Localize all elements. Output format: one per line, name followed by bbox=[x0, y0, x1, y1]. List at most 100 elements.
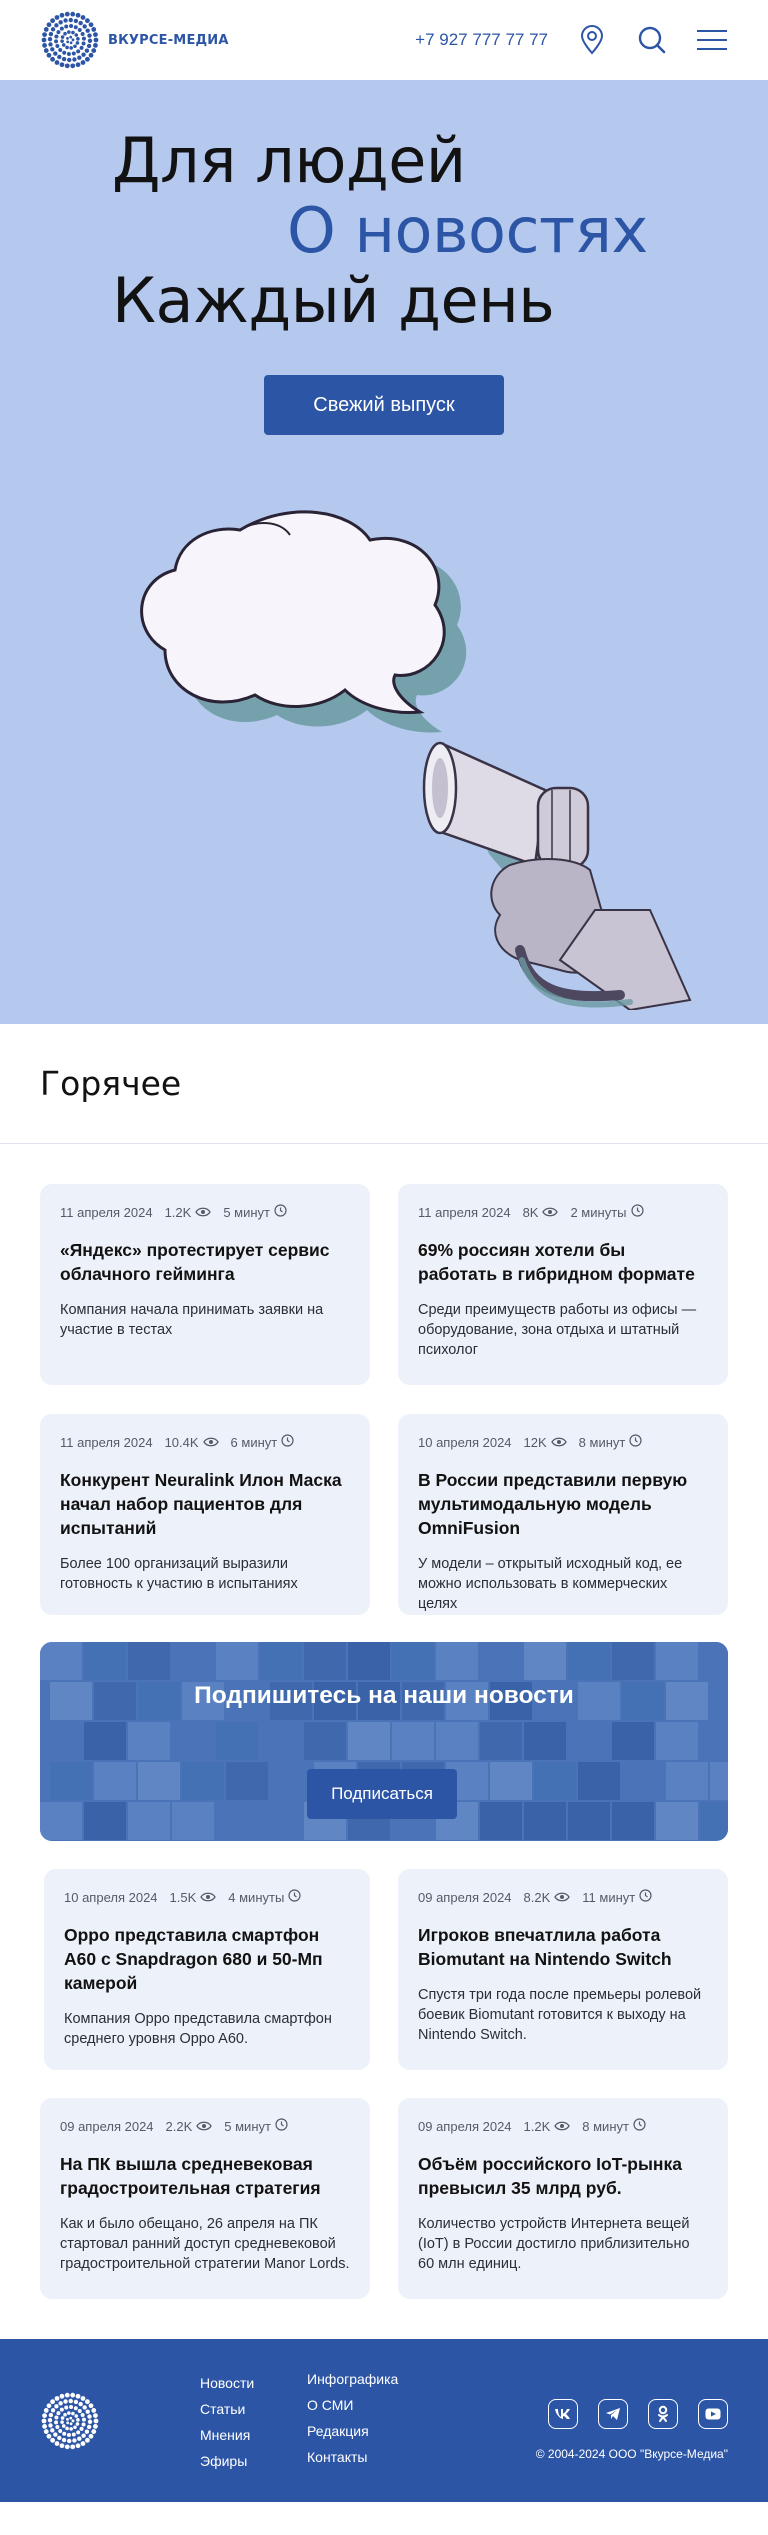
news-date: 09 апреля 2024 bbox=[418, 1889, 512, 1905]
header-actions: +7 927 777 77 77 bbox=[415, 24, 728, 56]
eye-icon bbox=[550, 1435, 567, 1450]
news-card[interactable]: 11 апреля 2024 10.4K 6 минут Конкурент Neur… bbox=[40, 1414, 370, 1615]
news-excerpt: Компания начала принимать заявки на учас… bbox=[60, 1302, 324, 1338]
news-read-time: 4 минуты bbox=[228, 1889, 301, 1905]
footer-link[interactable]: О СМИ bbox=[307, 2392, 398, 2418]
news-read-time: 6 минут bbox=[231, 1434, 295, 1450]
news-read-time: 8 минут bbox=[579, 1434, 643, 1450]
clock-icon bbox=[629, 1434, 642, 1450]
subscribe-title: Подпишитесь на наши новости bbox=[194, 1682, 574, 1709]
footer-link[interactable]: Инфографика bbox=[307, 2366, 398, 2392]
news-date: 11 апреля 2024 bbox=[60, 1434, 153, 1450]
news-read-time: 5 минут bbox=[224, 2118, 288, 2134]
news-card[interactable]: 09 апреля 2024 8.2K 11 минут Игроков впечат… bbox=[398, 1869, 728, 2070]
eye-icon bbox=[554, 1890, 571, 1905]
hero-section: Для людей О новостях Каждый день Свежий … bbox=[0, 80, 768, 1024]
subscribe-button[interactable]: Подписаться bbox=[307, 1769, 457, 1819]
news-title[interactable]: В России представили первую мультимодаль… bbox=[418, 1468, 708, 1540]
eye-icon bbox=[195, 1205, 212, 1220]
footer-link[interactable]: Контакты bbox=[307, 2444, 398, 2470]
phone-link[interactable]: +7 927 777 77 77 bbox=[415, 30, 548, 50]
subscribe-banner: Подпишитесь на наши новости Подписаться bbox=[40, 1642, 728, 1841]
news-read-time: 11 минут bbox=[582, 1889, 652, 1905]
news-date: 11 апреля 2024 bbox=[418, 1204, 511, 1220]
clock-icon bbox=[630, 1204, 644, 1220]
news-title[interactable]: 69% россиян хотели бы работать в гибридн… bbox=[418, 1238, 708, 1286]
footer-link[interactable]: Редакция bbox=[307, 2418, 398, 2444]
vk-icon[interactable] bbox=[548, 2399, 578, 2429]
menu-icon[interactable] bbox=[696, 24, 728, 56]
news-date: 09 апреля 2024 bbox=[418, 2118, 512, 2134]
news-excerpt: Как и было обещано, 26 апреля на ПК стар… bbox=[60, 2216, 350, 2272]
site-header: ВКУРСЕ-МЕДИА +7 927 777 77 77 bbox=[0, 0, 768, 80]
eye-icon bbox=[542, 1205, 559, 1220]
news-title[interactable]: Конкурент Neuralink Илон Маска начал наб… bbox=[60, 1468, 350, 1540]
news-card[interactable]: 11 апреля 2024 8K 2 минуты 69% россиян хоте… bbox=[398, 1184, 728, 1385]
footer-link[interactable]: Эфиры bbox=[200, 2448, 254, 2474]
news-title[interactable]: На ПК вышла средневековая градостроитель… bbox=[60, 2152, 350, 2200]
footer-logo-icon[interactable] bbox=[40, 2391, 100, 2451]
news-excerpt: Среди преимуществ работы из офисы — обор… bbox=[418, 1302, 697, 1358]
clock-icon bbox=[288, 1889, 301, 1905]
youtube-icon[interactable] bbox=[698, 2399, 728, 2429]
eye-icon bbox=[196, 2119, 213, 2134]
news-card[interactable]: 10 апреля 2024 1.5K 4 минуты Oppo представи… bbox=[44, 1869, 370, 2070]
news-title[interactable]: «Яндекс» протестирует сервис облачного г… bbox=[60, 1238, 350, 1286]
megaphone-illustration bbox=[140, 510, 692, 1010]
news-meta: 10 апреля 2024 12K 8 минут bbox=[418, 1434, 708, 1450]
logo-link[interactable]: ВКУРСЕ-МЕДИА bbox=[40, 10, 229, 70]
odnoklassniki-icon[interactable] bbox=[648, 2399, 678, 2429]
news-excerpt: Спустя три года после премьеры ролевой б… bbox=[418, 1987, 702, 2043]
hero-title: Для людей О новостях Каждый день bbox=[112, 126, 648, 336]
clock-icon bbox=[274, 1204, 287, 1220]
news-date: 10 апреля 2024 bbox=[64, 1889, 158, 1905]
news-meta: 09 апреля 2024 1.2K 8 минут bbox=[418, 2118, 708, 2134]
news-read-time: 5 минут bbox=[223, 1204, 287, 1220]
news-grid-bottom: 10 апреля 2024 1.5K 4 минуты Oppo представи… bbox=[0, 1841, 768, 2339]
news-views: 12K bbox=[524, 1435, 567, 1450]
news-views: 10.4K bbox=[165, 1435, 219, 1450]
hot-section-title: Горячее bbox=[40, 1064, 182, 1103]
news-views: 8K bbox=[523, 1205, 559, 1220]
news-excerpt: У модели – открытый исходный код, ее мож… bbox=[418, 1556, 683, 1612]
telegram-icon[interactable] bbox=[598, 2399, 628, 2429]
hero-title-line-3: Каждый день bbox=[112, 264, 555, 337]
footer-link[interactable]: Новости bbox=[200, 2370, 254, 2396]
social-links bbox=[548, 2399, 728, 2429]
logo-icon bbox=[41, 11, 99, 69]
news-date: 11 апреля 2024 bbox=[60, 1204, 153, 1220]
location-pin-icon[interactable] bbox=[576, 24, 608, 56]
news-meta: 09 апреля 2024 8.2K 11 минут bbox=[418, 1889, 708, 1905]
footer-nav-col-1: Новости Статьи Мнения Эфиры bbox=[200, 2370, 254, 2474]
search-icon[interactable] bbox=[636, 24, 668, 56]
news-read-time: 2 минуты bbox=[570, 1204, 644, 1220]
site-footer: Новости Статьи Мнения Эфиры Инфографика … bbox=[0, 2339, 768, 2502]
news-excerpt: Количество устройств Интернета вещей (Io… bbox=[418, 2216, 690, 2272]
news-title[interactable]: Oppo представила смартфон A60 с Snapdrag… bbox=[64, 1923, 350, 1995]
news-meta: 10 апреля 2024 1.5K 4 минуты bbox=[64, 1889, 350, 1905]
clock-icon bbox=[639, 1889, 652, 1905]
footer-link[interactable]: Статьи bbox=[200, 2396, 254, 2422]
news-card[interactable]: 10 апреля 2024 12K 8 минут В России предста… bbox=[398, 1414, 728, 1615]
news-excerpt: Более 100 организаций выразили готовност… bbox=[60, 1556, 298, 1592]
fresh-issue-button[interactable]: Свежий выпуск bbox=[264, 375, 504, 435]
news-grid-top: 11 апреля 2024 1.2K 5 минут «Яндекс» протес… bbox=[0, 1144, 768, 1615]
news-card[interactable]: 09 апреля 2024 1.2K 8 минут Объём российско… bbox=[398, 2098, 728, 2299]
hero-title-line-1: Для людей bbox=[112, 124, 466, 197]
footer-nav-col-2: Инфографика О СМИ Редакция Контакты bbox=[307, 2366, 398, 2470]
news-card[interactable]: 09 апреля 2024 2.2K 5 минут На ПК вышла сре… bbox=[40, 2098, 370, 2299]
news-views: 8.2K bbox=[524, 1890, 571, 1905]
news-card[interactable]: 11 апреля 2024 1.2K 5 минут «Яндекс» протес… bbox=[40, 1184, 370, 1385]
hot-section-header: Горячее bbox=[0, 1024, 768, 1144]
clock-icon bbox=[275, 2118, 288, 2134]
news-date: 10 апреля 2024 bbox=[418, 1434, 512, 1450]
logo-text: ВКУРСЕ-МЕДИА bbox=[108, 32, 229, 48]
eye-icon bbox=[554, 2119, 571, 2134]
news-title[interactable]: Объём российского IoT-рынка превысил 35 … bbox=[418, 2152, 708, 2200]
news-title[interactable]: Игроков впечатлила работа Biomutant на N… bbox=[418, 1923, 708, 1971]
news-views: 1.2K bbox=[524, 2119, 571, 2134]
footer-link[interactable]: Мнения bbox=[200, 2422, 254, 2448]
news-meta: 11 апреля 2024 8K 2 минуты bbox=[418, 1204, 708, 1220]
eye-icon bbox=[202, 1435, 219, 1450]
news-excerpt: Компания Oppo представила смартфон средн… bbox=[64, 2011, 332, 2047]
